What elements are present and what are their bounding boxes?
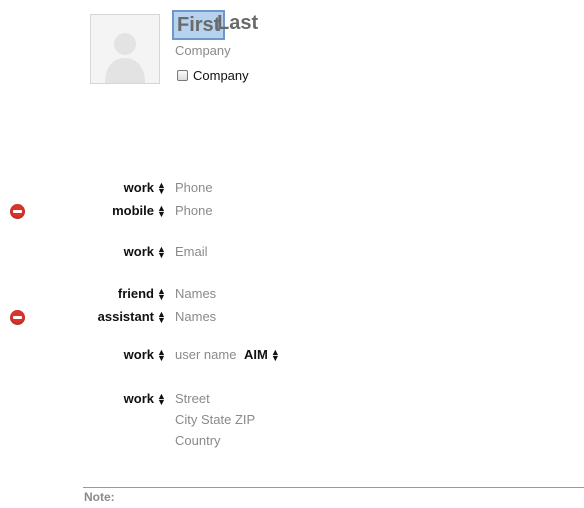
related-name-label: friend — [117, 286, 154, 301]
phone-label-popup[interactable]: mobile ▲ ▼ — [112, 202, 166, 220]
address-label: work — [123, 391, 154, 406]
email-label-popup[interactable]: work ▲ ▼ — [123, 243, 166, 261]
company-checkbox[interactable] — [177, 70, 188, 81]
im-service-popup[interactable]: AIM ▲ ▼ — [244, 346, 280, 364]
im-label: work — [123, 347, 154, 362]
up-down-arrows-icon: ▲ ▼ — [157, 347, 166, 363]
im-service-label: AIM — [244, 347, 268, 362]
remove-phone-button[interactable] — [10, 204, 25, 219]
phone-row-work: work ▲ ▼ Phone — [0, 179, 584, 197]
contact-photo[interactable] — [90, 14, 160, 84]
company-checkbox-row[interactable]: Company — [177, 68, 249, 83]
address-row: work ▲ ▼ — [0, 390, 584, 408]
up-down-arrows-icon: ▲ ▼ — [157, 391, 166, 407]
email-field[interactable]: Email — [175, 243, 208, 261]
related-name-label-popup[interactable]: assistant ▲ ▼ — [97, 308, 166, 326]
up-down-arrows-icon: ▲ ▼ — [157, 180, 166, 196]
phone-label: mobile — [112, 203, 154, 218]
phone-label-popup[interactable]: work ▲ ▼ — [123, 179, 166, 197]
up-down-arrows-icon: ▲ ▼ — [157, 203, 166, 219]
im-value-group: user name AIM ▲ ▼ — [175, 346, 280, 364]
phone-field[interactable]: Phone — [175, 179, 213, 197]
email-row: work ▲ ▼ Email — [0, 243, 584, 261]
person-silhouette-icon — [105, 33, 145, 83]
up-down-arrows-icon: ▲ ▼ — [157, 309, 166, 325]
related-name-field[interactable]: Names — [175, 308, 216, 326]
phone-field[interactable]: Phone — [175, 202, 213, 220]
note-divider — [83, 487, 584, 488]
related-name-row-friend: friend ▲ ▼ Names — [0, 285, 584, 303]
im-row: work ▲ ▼ user name AIM ▲ ▼ — [0, 346, 584, 364]
note-label[interactable]: Note: — [84, 490, 115, 504]
company-field[interactable]: Company — [175, 43, 231, 58]
street-field[interactable]: Street — [175, 390, 210, 408]
up-down-arrows-icon: ▲ ▼ — [157, 286, 166, 302]
related-name-row-assistant: assistant ▲ ▼ Names — [0, 308, 584, 326]
city-state-zip-field[interactable]: City State ZIP — [175, 411, 255, 429]
address-label-popup[interactable]: work ▲ ▼ — [123, 390, 166, 408]
up-down-arrows-icon: ▲ ▼ — [157, 244, 166, 260]
remove-related-name-button[interactable] — [10, 310, 25, 325]
im-username-field[interactable]: user name — [175, 347, 236, 362]
phone-label: work — [123, 180, 154, 195]
related-name-label: assistant — [97, 309, 154, 324]
email-label: work — [123, 244, 154, 259]
last-name-field[interactable]: Last — [217, 12, 258, 34]
phone-row-mobile: mobile ▲ ▼ Phone — [0, 202, 584, 220]
country-field[interactable]: Country — [175, 432, 221, 450]
company-checkbox-label: Company — [193, 68, 249, 83]
im-label-popup[interactable]: work ▲ ▼ — [123, 346, 166, 364]
related-name-label-popup[interactable]: friend ▲ ▼ — [117, 285, 166, 303]
related-name-field[interactable]: Names — [175, 285, 216, 303]
up-down-arrows-icon: ▲ ▼ — [270, 347, 280, 363]
